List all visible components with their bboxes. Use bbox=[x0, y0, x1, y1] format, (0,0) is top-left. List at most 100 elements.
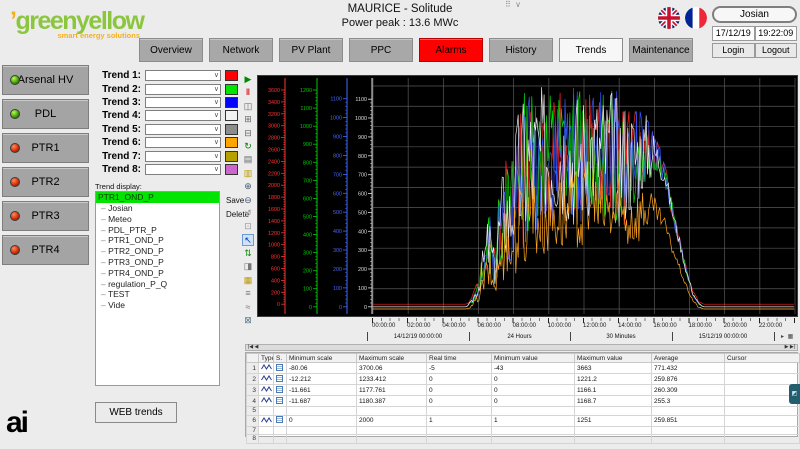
user-button[interactable]: Josian bbox=[712, 6, 797, 23]
uk-flag-icon[interactable] bbox=[658, 7, 680, 29]
tree-item-ptr1_ond_p[interactable]: PTR1_OND_P bbox=[96, 235, 219, 246]
trend-row: Trend 4:∨ bbox=[95, 109, 238, 122]
trend-combobox-3[interactable]: ∨ bbox=[145, 97, 221, 108]
scale-settings-icon[interactable] bbox=[274, 363, 287, 374]
table-cell: 1 bbox=[492, 415, 575, 426]
tab-maintenance[interactable]: Maintenance bbox=[629, 38, 693, 62]
trend-combobox-4[interactable]: ∨ bbox=[145, 110, 221, 121]
scroll-right-icon[interactable]: ▶ ▶| bbox=[785, 345, 795, 350]
tree-item-pdl_ptr_p[interactable]: PDL_PTR_P bbox=[96, 225, 219, 236]
tree-item-josian[interactable]: Josian bbox=[96, 203, 219, 214]
trend-chart[interactable]: 0200400600800100012001400160018002000220… bbox=[257, 75, 798, 317]
window-restore-icon[interactable]: ⊟ bbox=[242, 127, 254, 139]
window-cascade-icon[interactable]: ◫ bbox=[242, 100, 254, 112]
tree-item-ptr3_ond_p[interactable]: PTR3_OND_P bbox=[96, 257, 219, 268]
logout-button[interactable]: Logout bbox=[755, 43, 798, 58]
pause-icon[interactable]: Ⅱ bbox=[242, 86, 254, 98]
trend-color-swatch[interactable] bbox=[225, 110, 238, 121]
cursor-icon[interactable]: ↖ bbox=[242, 234, 254, 246]
trend-combobox-5[interactable]: ∨ bbox=[145, 124, 221, 135]
sidebar-item-ptr1[interactable]: PTR1 bbox=[2, 133, 89, 163]
table-row[interactable]: 4-11.6871180.387001168.7255.3 bbox=[247, 396, 800, 407]
tree-item-meteo[interactable]: Meteo bbox=[96, 214, 219, 225]
tree-item-vide[interactable]: Vide bbox=[96, 300, 219, 311]
table-row[interactable]: 7 bbox=[247, 426, 800, 435]
tree-item-regulation_p_q[interactable]: regulation_P_Q bbox=[96, 279, 219, 290]
print-icon[interactable]: ▤ bbox=[242, 153, 254, 165]
svg-text:2400: 2400 bbox=[268, 159, 280, 165]
tree-item-ptr4_ond_p[interactable]: PTR4_OND_P bbox=[96, 268, 219, 279]
sidebar-item-pdl[interactable]: PDL bbox=[2, 99, 89, 129]
zoom-box-icon[interactable]: ⊡ bbox=[242, 220, 254, 232]
statistics-icon[interactable]: ≈ bbox=[242, 301, 254, 313]
trend-color-swatch[interactable] bbox=[225, 151, 238, 162]
trend-combobox-2[interactable]: ∨ bbox=[145, 84, 221, 95]
zoom-previous-icon[interactable]: ↺ bbox=[242, 207, 254, 219]
trend-combobox-6[interactable]: ∨ bbox=[145, 137, 221, 148]
trend-color-swatch[interactable] bbox=[225, 137, 238, 148]
scroll-left-icon[interactable]: |◀ ◀ bbox=[248, 345, 258, 350]
zoom-in-icon[interactable]: ⊕ bbox=[242, 180, 254, 192]
copy-icon[interactable]: ◨ bbox=[242, 260, 254, 272]
trend-combobox-8[interactable]: ∨ bbox=[145, 164, 221, 175]
tree-item-ptr2_ond_p[interactable]: PTR2_OND_P bbox=[96, 246, 219, 257]
scale-icon[interactable]: ≡ bbox=[242, 287, 254, 299]
grid-icon[interactable]: ▦ bbox=[242, 274, 254, 286]
table-row[interactable]: 602000111251259.851 bbox=[247, 415, 800, 426]
scale-settings-icon[interactable] bbox=[274, 374, 287, 385]
tab-trends[interactable]: Trends bbox=[559, 38, 623, 62]
table-row[interactable]: 1-80.063700.06-5-433663771.432 bbox=[247, 363, 800, 374]
trend-color-swatch[interactable] bbox=[225, 124, 238, 135]
tab-ppc[interactable]: PPC bbox=[349, 38, 413, 62]
trend-color-swatch[interactable] bbox=[225, 164, 238, 175]
sidebar-item-ptr4[interactable]: PTR4 bbox=[2, 235, 89, 265]
scale-settings-icon[interactable] bbox=[274, 385, 287, 396]
period-label-1[interactable]: 14/12/19 00:00:00 bbox=[367, 331, 469, 343]
login-button[interactable]: Login bbox=[712, 43, 755, 58]
zoom-out-icon[interactable]: ⊖ bbox=[242, 194, 254, 206]
france-flag-icon[interactable] bbox=[685, 7, 707, 29]
tab-overview[interactable]: Overview bbox=[139, 38, 203, 62]
web-refresh-icon[interactable]: ↻ bbox=[242, 140, 254, 152]
period-label-2[interactable]: 24 Hours bbox=[469, 331, 570, 343]
export-icon[interactable]: ⊠ bbox=[242, 314, 254, 326]
period-label-4[interactable]: 15/12/19 00:00:00 bbox=[672, 331, 774, 343]
table-row[interactable]: 3-11.6611177.761001166.1260.309 bbox=[247, 385, 800, 396]
refresh-data-icon[interactable]: ⇅ bbox=[242, 247, 254, 259]
window-tile-icon[interactable]: ⊞ bbox=[242, 113, 254, 125]
trend-color-swatch[interactable] bbox=[225, 97, 238, 108]
scale-settings-icon[interactable] bbox=[274, 426, 287, 435]
scale-settings-icon[interactable] bbox=[274, 415, 287, 426]
scale-settings-icon[interactable] bbox=[274, 407, 287, 416]
tab-alarms[interactable]: Alarms bbox=[419, 38, 483, 62]
sidebar-item-ptr3[interactable]: PTR3 bbox=[2, 201, 89, 231]
side-panel-handle-icon[interactable]: ◩ bbox=[789, 384, 800, 404]
svg-text:1000: 1000 bbox=[355, 116, 367, 122]
sidebar-item-arsenal-hv[interactable]: Arsenal HV bbox=[2, 65, 89, 95]
tab-history[interactable]: History bbox=[489, 38, 553, 62]
scale-settings-icon[interactable] bbox=[274, 396, 287, 407]
tab-pv-plant[interactable]: PV Plant bbox=[279, 38, 343, 62]
table-row[interactable]: 5 bbox=[247, 407, 800, 416]
trend-color-swatch[interactable] bbox=[225, 84, 238, 95]
chart-corner-icons[interactable]: ▸ ▦ bbox=[781, 333, 794, 340]
trend-combobox-1[interactable]: ∨ bbox=[145, 70, 221, 81]
sidebar-item-ptr2[interactable]: PTR2 bbox=[2, 167, 89, 197]
tree-selected-item[interactable]: PTR1_OND_P bbox=[96, 192, 219, 203]
time-tick-label: 02:00:00 bbox=[407, 323, 430, 329]
widget-menu-icon[interactable]: ⠿ ∨ bbox=[505, 0, 522, 9]
trend-color-swatch[interactable] bbox=[225, 70, 238, 81]
chevron-down-icon: ∨ bbox=[214, 111, 219, 121]
tab-network[interactable]: Network bbox=[209, 38, 273, 62]
period-label-3[interactable]: 30 Minutes bbox=[570, 331, 672, 343]
web-trends-button[interactable]: WEB trends bbox=[95, 402, 177, 423]
tree-item-test[interactable]: TEST bbox=[96, 289, 219, 300]
table-row[interactable]: 8 bbox=[247, 435, 800, 444]
table-scrollbar[interactable]: |◀ ◀ ▶ ▶| bbox=[245, 344, 798, 351]
svg-text:700: 700 bbox=[333, 172, 342, 178]
trend-combobox-7[interactable]: ∨ bbox=[145, 151, 221, 162]
play-icon[interactable]: ▶ bbox=[242, 73, 254, 85]
table-row[interactable]: 2-12.2121233.412001221.2259.876 bbox=[247, 374, 800, 385]
legend-icon[interactable]: ▥ bbox=[242, 167, 254, 179]
scale-settings-icon[interactable] bbox=[274, 435, 287, 444]
